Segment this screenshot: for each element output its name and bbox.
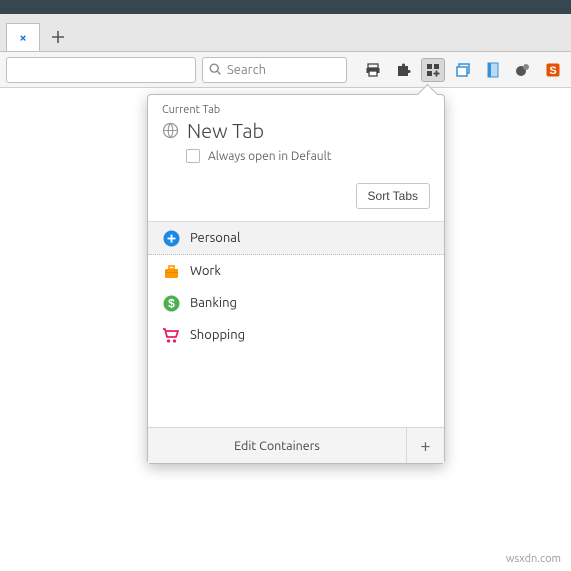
containers-panel: Current Tab New Tab Always open in Defau… [147, 94, 445, 464]
browser-tab[interactable]: × [6, 23, 40, 51]
puzzle-icon [395, 62, 411, 78]
container-item-work[interactable]: Work [148, 255, 444, 287]
dollar-icon: $ [162, 294, 180, 312]
container-item-personal[interactable]: Personal [148, 222, 444, 255]
container-item-label: Shopping [190, 328, 245, 342]
stylus-icon: S [545, 62, 561, 78]
windows-icon [455, 62, 471, 78]
print-icon [365, 62, 381, 78]
watermark: wsxdn.com [506, 553, 561, 565]
panel-header: Current Tab New Tab Always open in Defau… [148, 95, 444, 173]
windows-button[interactable] [451, 58, 475, 82]
containers-icon [425, 62, 441, 78]
current-tab-title: New Tab [187, 119, 264, 142]
extensions-button[interactable] [391, 58, 415, 82]
search-icon [209, 63, 222, 76]
cart-icon [162, 326, 180, 344]
container-item-shopping[interactable]: Shopping [148, 319, 444, 351]
print-button[interactable] [361, 58, 385, 82]
always-open-checkbox[interactable] [186, 149, 200, 163]
container-item-banking[interactable]: $ Banking [148, 287, 444, 319]
svg-text:$: $ [168, 296, 175, 310]
add-container-button[interactable]: + [406, 428, 444, 463]
container-list: Personal Work $ Banking Shopping [148, 221, 444, 427]
toolbar: Search S [0, 52, 571, 88]
always-open-label: Always open in Default [208, 150, 331, 163]
sort-tabs-button[interactable]: Sort Tabs [356, 183, 430, 209]
containers-button[interactable] [421, 58, 445, 82]
stylus-button[interactable]: S [541, 58, 565, 82]
briefcase-icon [162, 262, 180, 280]
container-item-label: Personal [190, 231, 240, 245]
edit-containers-button[interactable]: Edit Containers [148, 428, 406, 463]
panel-footer: Edit Containers + [148, 427, 444, 463]
window-titlebar [0, 0, 571, 14]
container-item-label: Work [190, 264, 221, 278]
tab-strip: × [0, 14, 571, 52]
plus-circle-icon [162, 229, 180, 247]
new-tab-button[interactable] [44, 23, 72, 51]
search-bar[interactable]: Search [202, 57, 347, 83]
sidebar-button[interactable] [481, 58, 505, 82]
plus-icon [51, 30, 65, 44]
url-bar[interactable] [6, 57, 196, 83]
search-placeholder: Search [227, 63, 266, 77]
container-item-label: Banking [190, 296, 237, 310]
book-icon [486, 62, 500, 78]
network-button[interactable] [511, 58, 535, 82]
current-tab-label: Current Tab [162, 104, 430, 116]
globe-icon [162, 122, 179, 139]
globe-icon [515, 62, 531, 78]
svg-text:S: S [549, 65, 556, 77]
close-icon[interactable]: × [19, 31, 26, 45]
